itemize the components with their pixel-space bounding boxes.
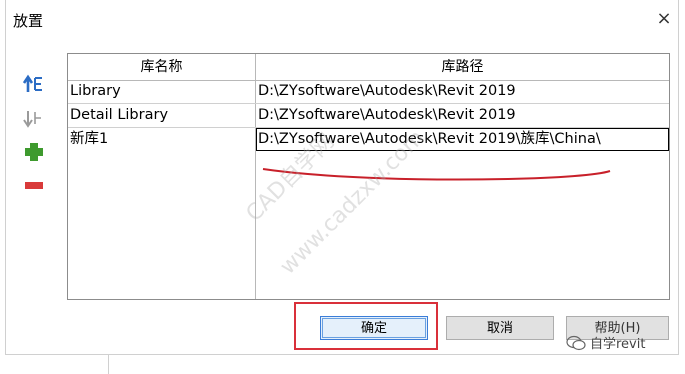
library-path-cell[interactable]: D:\ZYsoftware\Autodesk\Revit 2019 [258, 104, 668, 127]
dialog-title: 放置 [13, 12, 44, 30]
add-library-button[interactable] [22, 140, 46, 164]
brand-watermark: 自学revit [566, 333, 645, 352]
column-header-library-name[interactable]: 库名称 [68, 54, 255, 80]
highlight-box [294, 302, 438, 350]
library-name-cell[interactable]: 新库1 [70, 128, 253, 151]
library-path-cell[interactable]: D:\ZYsoftware\Autodesk\Revit 2019 [258, 80, 668, 103]
column-header-library-path[interactable]: 库路径 [256, 54, 669, 80]
brand-text: 自学revit [590, 337, 646, 352]
table-row[interactable]: Library D:\ZYsoftware\Autodesk\Revit 201… [68, 80, 669, 104]
arrow-down-list-icon [23, 111, 41, 128]
place-library-dialog: 放置 × 库名称 库路径 Library D:\ZYsoftware\Autod… [0, 0, 685, 374]
library-name-cell[interactable]: Library [70, 80, 253, 103]
chat-bubble-icon [566, 335, 586, 350]
table-header: 库名称 库路径 [68, 54, 669, 81]
plus-icon [25, 143, 43, 161]
move-up-button[interactable] [22, 72, 46, 96]
minus-icon [25, 182, 43, 189]
remove-library-button[interactable] [22, 174, 46, 198]
close-icon[interactable]: × [652, 6, 676, 30]
cancel-button[interactable]: 取消 [446, 316, 554, 340]
arrow-up-list-icon [22, 74, 42, 92]
move-down-button [22, 106, 46, 130]
divider [108, 355, 109, 374]
table-row[interactable]: 新库1 D:\ZYsoftware\Autodesk\Revit 2019\族库… [68, 128, 669, 151]
table-row[interactable]: Detail Library D:\ZYsoftware\Autodesk\Re… [68, 104, 669, 128]
library-name-cell[interactable]: Detail Library [70, 104, 253, 127]
